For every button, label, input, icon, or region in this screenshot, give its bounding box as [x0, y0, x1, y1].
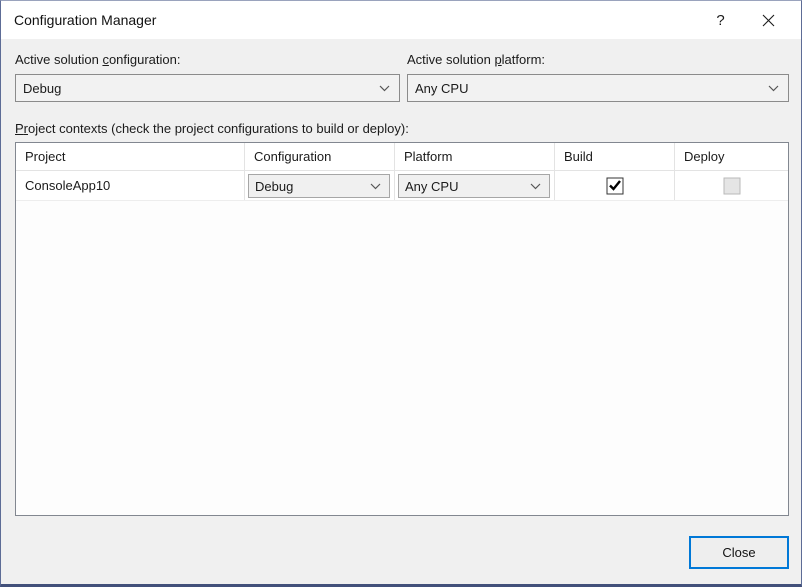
row-platform-cell: Any CPU — [395, 171, 555, 200]
active-solution-configuration-value: Debug — [23, 80, 62, 96]
chevron-down-icon — [370, 183, 381, 190]
deploy-checkbox — [723, 177, 740, 194]
column-header-build[interactable]: Build — [555, 143, 675, 170]
row-configuration-cell: Debug — [245, 171, 395, 200]
active-solution-configuration-select[interactable]: Debug — [15, 74, 400, 102]
close-button[interactable]: Close — [689, 536, 789, 569]
active-solution-platform-value: Any CPU — [415, 80, 469, 96]
column-header-project[interactable]: Project — [16, 143, 245, 170]
chevron-down-icon — [530, 183, 541, 190]
row-configuration-select[interactable]: Debug — [248, 174, 390, 198]
column-header-configuration[interactable]: Configuration — [245, 143, 395, 170]
help-icon: ? — [716, 11, 725, 29]
project-name-cell: ConsoleApp10 — [16, 171, 245, 200]
table-row: ConsoleApp10 Debug Any CPU — [16, 171, 788, 201]
active-solution-platform-label: Active solution platform: — [407, 52, 546, 67]
chevron-down-icon — [768, 85, 779, 92]
row-platform-select[interactable]: Any CPU — [398, 174, 550, 198]
check-icon — [608, 180, 621, 191]
close-window-button[interactable] — [746, 1, 791, 39]
titlebar: Configuration Manager ? — [1, 1, 801, 39]
chevron-down-icon — [379, 85, 390, 92]
project-contexts-label: Project contexts (check the project conf… — [15, 121, 409, 136]
column-header-deploy[interactable]: Deploy — [675, 143, 788, 170]
column-header-platform[interactable]: Platform — [395, 143, 555, 170]
window-title: Configuration Manager — [14, 12, 157, 28]
help-button[interactable]: ? — [698, 1, 743, 39]
close-icon — [762, 14, 775, 26]
active-solution-configuration-label: Active solution configuration: — [15, 52, 181, 67]
grid-header-row: Project Configuration Platform Build Dep… — [16, 143, 788, 171]
build-checkbox[interactable] — [606, 177, 623, 194]
configuration-manager-dialog: Configuration Manager ? Active solution … — [0, 0, 802, 587]
active-solution-platform-select[interactable]: Any CPU — [407, 74, 789, 102]
project-contexts-grid: Project Configuration Platform Build Dep… — [15, 142, 789, 516]
row-deploy-cell — [675, 171, 788, 200]
row-build-cell — [555, 171, 675, 200]
